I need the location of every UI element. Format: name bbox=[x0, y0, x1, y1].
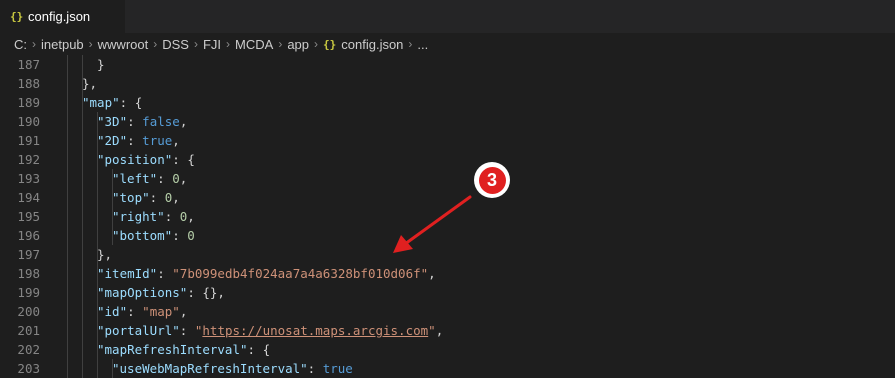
annotation-arrow-icon bbox=[393, 195, 472, 253]
annotation-badge: 3 bbox=[474, 162, 510, 198]
annotation-number: 3 bbox=[478, 166, 506, 194]
